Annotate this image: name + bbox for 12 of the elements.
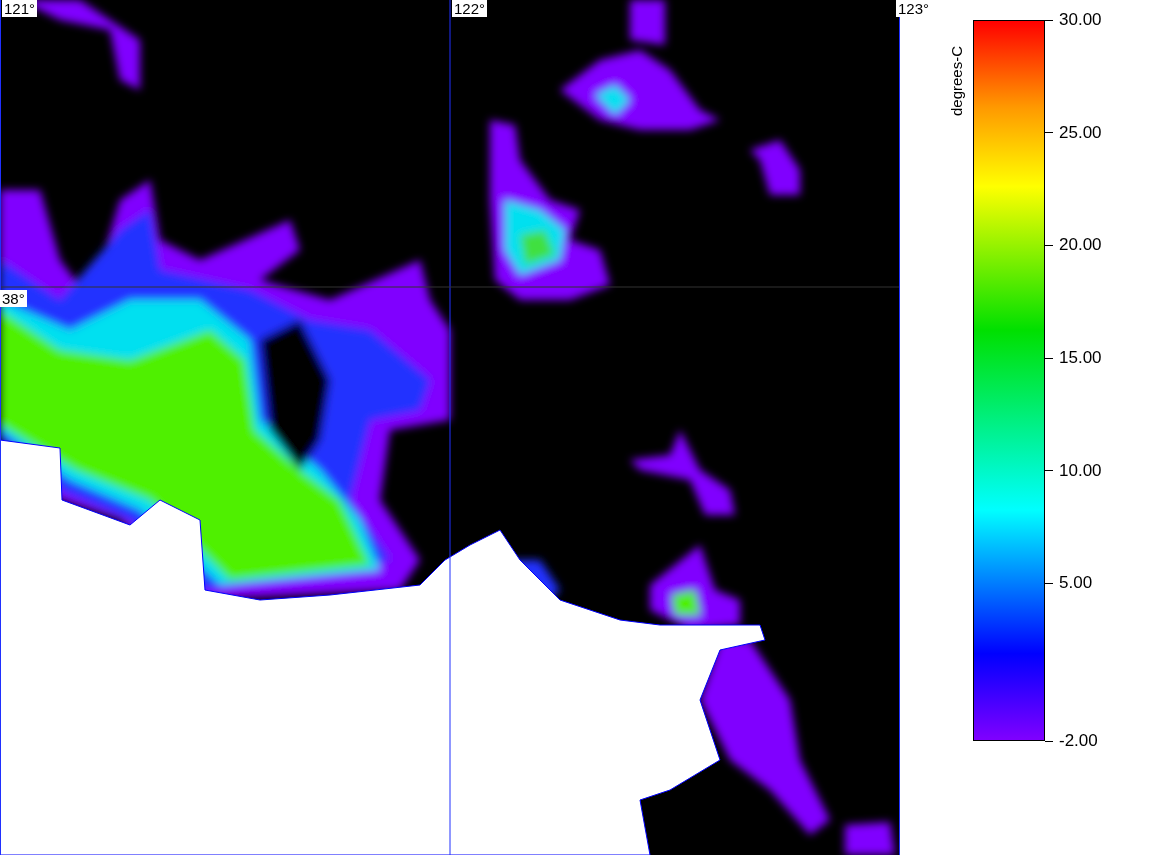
colorbar-tick-label: 10.00 (1059, 460, 1102, 481)
colorbar-tick-label: 15.00 (1059, 348, 1102, 368)
colorbar-tick-label: 20.00 (1059, 235, 1102, 256)
latitude-label: 38° (0, 290, 27, 307)
colorbar-tick-label: -2.00 (1059, 731, 1098, 751)
longitude-label: 121° (2, 0, 38, 17)
colorbar-tick-label: 5.00 (1059, 573, 1093, 594)
colorbar-tick-label: 25.00 (1059, 122, 1102, 143)
longitude-label: 122° (452, 0, 488, 17)
colorbar-tick-label: 30.00 (1059, 10, 1102, 30)
longitude-label: 123° (896, 0, 932, 17)
colorbar-title: degrees-C (948, 45, 965, 116)
